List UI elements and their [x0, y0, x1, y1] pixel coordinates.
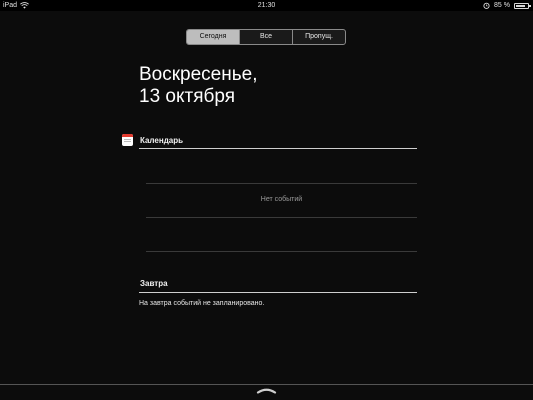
tab-today[interactable]: Сегодня [187, 30, 239, 44]
calendar-section-divider [139, 148, 417, 149]
battery-icon [514, 2, 531, 9]
tomorrow-section-divider [139, 292, 417, 293]
calendar-section-title: Календарь [140, 136, 184, 145]
calendar-icon [122, 134, 133, 146]
tab-all[interactable]: Все [239, 30, 292, 44]
date-day-month: 13 октября [139, 86, 236, 107]
status-right: 85 % [483, 0, 531, 11]
tomorrow-section-title: Завтра [140, 279, 168, 288]
alarm-icon [483, 2, 490, 9]
status-bar: iPad 21:30 85 % [0, 0, 533, 11]
status-time: 21:30 [257, 2, 276, 9]
calendar-row-divider [146, 217, 417, 218]
date-weekday: Воскресенье, [139, 64, 258, 85]
notification-tabs: Сегодня Все Пропущ. [186, 29, 346, 45]
no-events-label: Нет событий [260, 196, 303, 203]
grabber-handle-icon[interactable] [256, 387, 277, 394]
bottom-divider [0, 384, 533, 385]
battery-percent: 85 % [494, 2, 510, 9]
calendar-row-divider [146, 183, 417, 184]
tab-missed[interactable]: Пропущ. [292, 30, 345, 44]
tomorrow-summary: На завтра событий не запланировано. [139, 300, 265, 307]
calendar-row-divider [146, 251, 417, 252]
